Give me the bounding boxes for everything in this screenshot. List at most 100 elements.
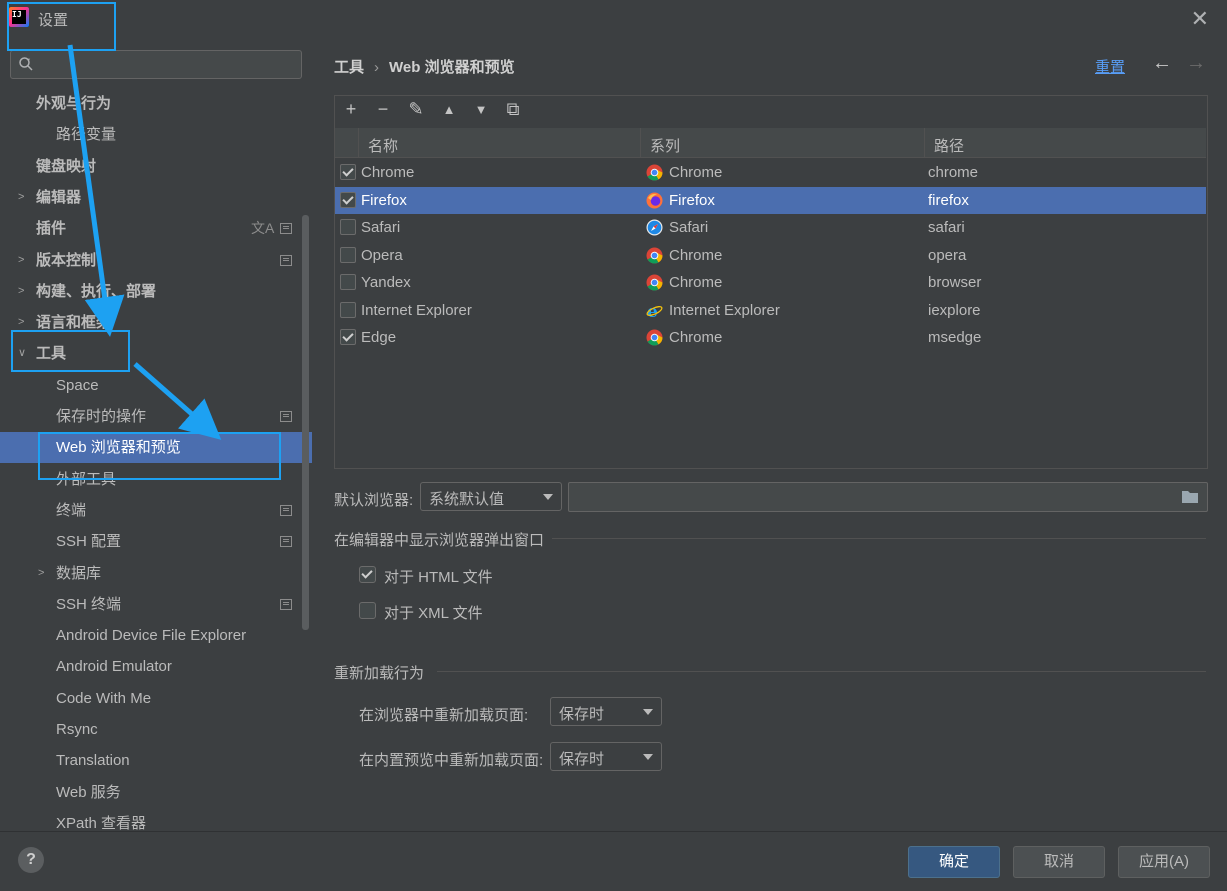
apply-button[interactable]: 应用(A)	[1118, 846, 1210, 878]
xml-popup-label: 对于 XML 文件	[384, 605, 483, 622]
chevron-right-icon[interactable]: >	[18, 245, 24, 276]
browser-path[interactable]: browser	[928, 269, 981, 296]
sidebar-item[interactable]: Android Device File Explorer	[0, 620, 312, 651]
ok-button[interactable]: 确定	[908, 846, 1000, 878]
sidebar-item-label: 终端	[56, 502, 87, 519]
default-browser-label: 默认浏览器:	[334, 492, 414, 509]
browser-family[interactable]: Chrome	[669, 242, 722, 269]
sidebar-item[interactable]: 路径变量	[0, 119, 312, 150]
sidebar-item[interactable]: > 编辑器	[0, 182, 312, 213]
sidebar-item[interactable]: Android Emulator	[0, 651, 312, 682]
copy-icon[interactable]: ⧉	[503, 99, 523, 120]
browser-enabled-checkbox[interactable]	[340, 192, 356, 208]
sidebar-scrollbar[interactable]	[302, 215, 309, 630]
sidebar-item[interactable]: 外观与行为	[0, 88, 312, 119]
back-arrow-icon[interactable]: ←	[1152, 52, 1172, 75]
table-row[interactable]: Internet Explorer e Internet Explorer iexpl…	[335, 297, 1206, 324]
column-separator	[358, 128, 359, 157]
reload-browser-dropdown[interactable]: 保存时	[550, 697, 662, 726]
sidebar-item[interactable]: Rsync	[0, 714, 312, 745]
browser-enabled-checkbox[interactable]	[340, 329, 356, 345]
sidebar-item[interactable]: > 构建、执行、部署	[0, 276, 312, 307]
forward-arrow-icon[interactable]: →	[1186, 52, 1206, 75]
browser-path-field[interactable]	[568, 482, 1208, 512]
browser-enabled-checkbox[interactable]	[340, 302, 356, 318]
sidebar-item[interactable]: SSH 终端	[0, 589, 312, 620]
help-icon[interactable]: ?	[18, 847, 44, 873]
browser-path[interactable]: firefox	[928, 187, 969, 214]
table-row[interactable]: Firefox Firefox firefox	[335, 187, 1206, 214]
chevron-right-icon[interactable]: >	[38, 558, 44, 589]
table-row[interactable]: Opera Chrome opera	[335, 242, 1206, 269]
sidebar-item[interactable]: Web 服务	[0, 777, 312, 808]
sidebar-item[interactable]: Space	[0, 370, 312, 401]
breadcrumb-parent[interactable]: 工具	[334, 59, 364, 76]
sidebar-item-label: 外观与行为	[36, 95, 112, 112]
table-row[interactable]: Chrome Chrome chrome	[335, 159, 1206, 186]
browser-enabled-checkbox[interactable]	[340, 219, 356, 235]
table-row[interactable]: Yandex Chrome browser	[335, 269, 1206, 296]
project-level-icon	[280, 223, 292, 234]
sidebar-item-label: Space	[56, 377, 99, 394]
add-icon[interactable]: +	[341, 99, 361, 120]
browser-path[interactable]: msedge	[928, 324, 981, 351]
sidebar-item[interactable]: 键盘映射	[0, 151, 312, 182]
cancel-button[interactable]: 取消	[1013, 846, 1105, 878]
browser-name: Firefox	[361, 192, 407, 209]
browser-name: Opera	[361, 247, 403, 264]
reload-preview-dropdown[interactable]: 保存时	[550, 742, 662, 771]
browser-name: Safari	[361, 219, 401, 236]
chevron-right-icon[interactable]: >	[18, 182, 24, 213]
move-up-icon[interactable]: ▲	[439, 102, 459, 117]
browser-enabled-checkbox[interactable]	[340, 274, 356, 290]
sidebar-item-label: 插件	[36, 220, 67, 237]
sidebar-item[interactable]: 终端	[0, 495, 312, 526]
table-row[interactable]: Safari Safari safari	[335, 214, 1206, 241]
reset-link[interactable]: 重置	[1095, 56, 1125, 77]
default-browser-dropdown[interactable]: 系统默认值	[420, 482, 562, 511]
sidebar-item-label: SSH 终端	[56, 596, 122, 613]
browser-path[interactable]: chrome	[928, 159, 978, 186]
sidebar-item-label: Web 服务	[56, 784, 121, 801]
close-icon[interactable]: ✕	[1191, 6, 1209, 32]
sidebar-item-label: 编辑器	[36, 189, 82, 206]
column-header-path[interactable]: 路径	[934, 135, 964, 156]
move-down-icon[interactable]: ▼	[471, 102, 491, 117]
sidebar-item-label: 数据库	[56, 565, 102, 582]
sidebar-item[interactable]: SSH 配置	[0, 526, 312, 557]
sidebar-item[interactable]: 插件 文A	[0, 213, 312, 244]
browser-path[interactable]: iexplore	[928, 297, 981, 324]
translate-icon: 文A	[251, 220, 275, 236]
column-header-family[interactable]: 系列	[650, 135, 680, 156]
xml-popup-checkbox[interactable]	[359, 602, 376, 619]
sidebar-item[interactable]: 保存时的操作	[0, 401, 312, 432]
column-header-name[interactable]: 名称	[368, 135, 398, 156]
browser-family[interactable]: Chrome	[669, 324, 722, 351]
remove-icon[interactable]: −	[373, 99, 393, 120]
sidebar-item-label: 构建、执行、部署	[36, 283, 157, 300]
table-row[interactable]: Edge Chrome msedge	[335, 324, 1206, 351]
settings-search-input[interactable]	[10, 50, 302, 79]
ie-icon: e	[646, 302, 663, 319]
sidebar-item[interactable]: Translation	[0, 745, 312, 776]
browser-enabled-checkbox[interactable]	[340, 164, 356, 180]
title-bar	[0, 0, 1227, 36]
table-header	[335, 128, 1206, 158]
browser-family[interactable]: Firefox	[669, 187, 715, 214]
html-popup-checkbox[interactable]	[359, 566, 376, 583]
sidebar-item[interactable]: > 数据库	[0, 558, 312, 589]
browser-family[interactable]: Safari	[669, 214, 708, 241]
sidebar-item-label: 保存时的操作	[56, 408, 147, 425]
browser-path[interactable]: safari	[928, 214, 965, 241]
browser-family[interactable]: Chrome	[669, 159, 722, 186]
sidebar-item[interactable]: Code With Me	[0, 683, 312, 714]
edit-icon[interactable]: ✎	[406, 99, 426, 120]
browser-path[interactable]: opera	[928, 242, 966, 269]
reload-browser-label: 在浏览器中重新加载页面:	[359, 707, 529, 724]
chevron-right-icon[interactable]: >	[18, 276, 24, 307]
browser-family[interactable]: Internet Explorer	[669, 297, 780, 324]
browser-enabled-checkbox[interactable]	[340, 247, 356, 263]
browser-family[interactable]: Chrome	[669, 269, 722, 296]
sidebar-item[interactable]: > 版本控制	[0, 245, 312, 276]
folder-icon[interactable]	[1181, 489, 1199, 504]
